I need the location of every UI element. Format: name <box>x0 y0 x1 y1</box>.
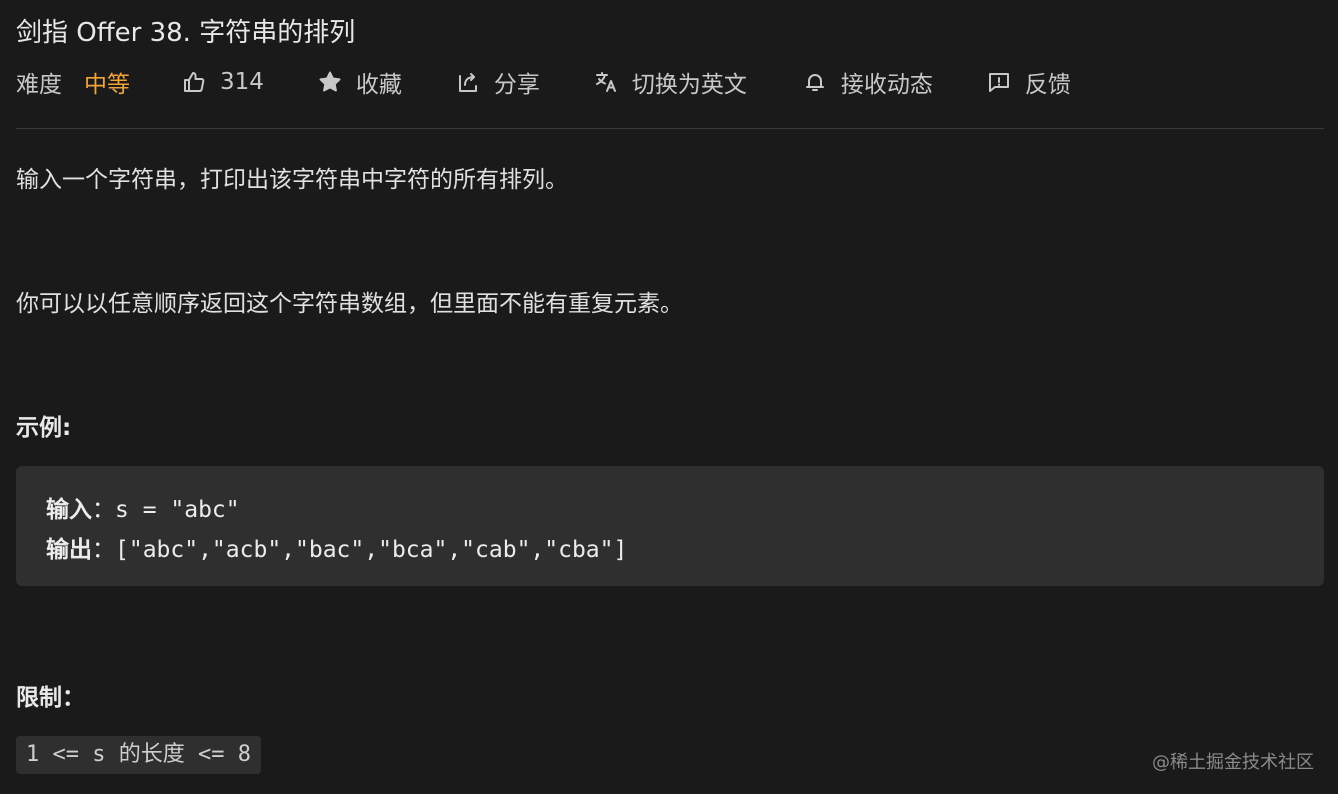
constraint-code: 1 <= s 的长度 <= 8 <box>16 736 261 774</box>
watermark: @稀土掘金技术社区 <box>1152 752 1314 773</box>
difficulty-value: 中等 <box>84 72 130 98</box>
feedback-icon <box>988 73 1009 92</box>
translate-icon <box>595 72 616 92</box>
like-button[interactable]: 314 <box>182 69 264 95</box>
feedback-label: 反馈 <box>1024 72 1071 98</box>
example-input-value: ：s = "abc" <box>92 497 240 523</box>
share-button[interactable]: 分享 <box>456 65 540 99</box>
divider <box>16 128 1324 129</box>
example-output-value: ：["abc","acb","bac","bca","cab","cba"] <box>92 537 628 563</box>
example-output-label: 输出 <box>46 537 92 563</box>
example-code-block: 输入：s = "abc" 输出：["abc","acb","bac","bca"… <box>16 466 1324 586</box>
star-icon <box>319 71 341 92</box>
constraints-heading: 限制： <box>16 685 85 711</box>
translate-label: 切换为英文 <box>631 72 747 98</box>
feedback-button[interactable]: 反馈 <box>987 65 1071 99</box>
example-heading: 示例: <box>16 415 72 441</box>
translate-button[interactable]: 切换为英文 <box>594 65 747 99</box>
problem-title: 剑指 Offer 38. 字符串的排列 <box>16 18 356 48</box>
example-output-line: 输出：["abc","acb","bac","bca","cab","cba"] <box>46 530 627 564</box>
favorite-button[interactable]: 收藏 <box>318 65 402 99</box>
description-paragraph-2: 你可以以任意顺序返回这个字符串数组，但里面不能有重复元素。 <box>16 291 683 317</box>
subscribe-label: 接收动态 <box>840 72 933 98</box>
subscribe-button[interactable]: 接收动态 <box>803 65 933 99</box>
difficulty: 难度 中等 <box>16 65 130 99</box>
difficulty-label: 难度 <box>16 72 62 98</box>
description-paragraph-1: 输入一个字符串，打印出该字符串中字符的所有排列。 <box>16 167 568 193</box>
example-input-label: 输入 <box>46 497 92 523</box>
thumbs-up-icon <box>184 72 205 92</box>
like-count: 314 <box>220 69 264 95</box>
share-icon <box>458 73 477 92</box>
problem-meta-bar: 难度 中等 314 收藏 分享 切换为英文 接收动态 反馈 <box>16 64 1071 100</box>
share-label: 分享 <box>493 72 540 98</box>
example-input-line: 输入：s = "abc" <box>46 490 240 524</box>
bell-icon <box>805 74 824 91</box>
favorite-label: 收藏 <box>355 72 402 98</box>
